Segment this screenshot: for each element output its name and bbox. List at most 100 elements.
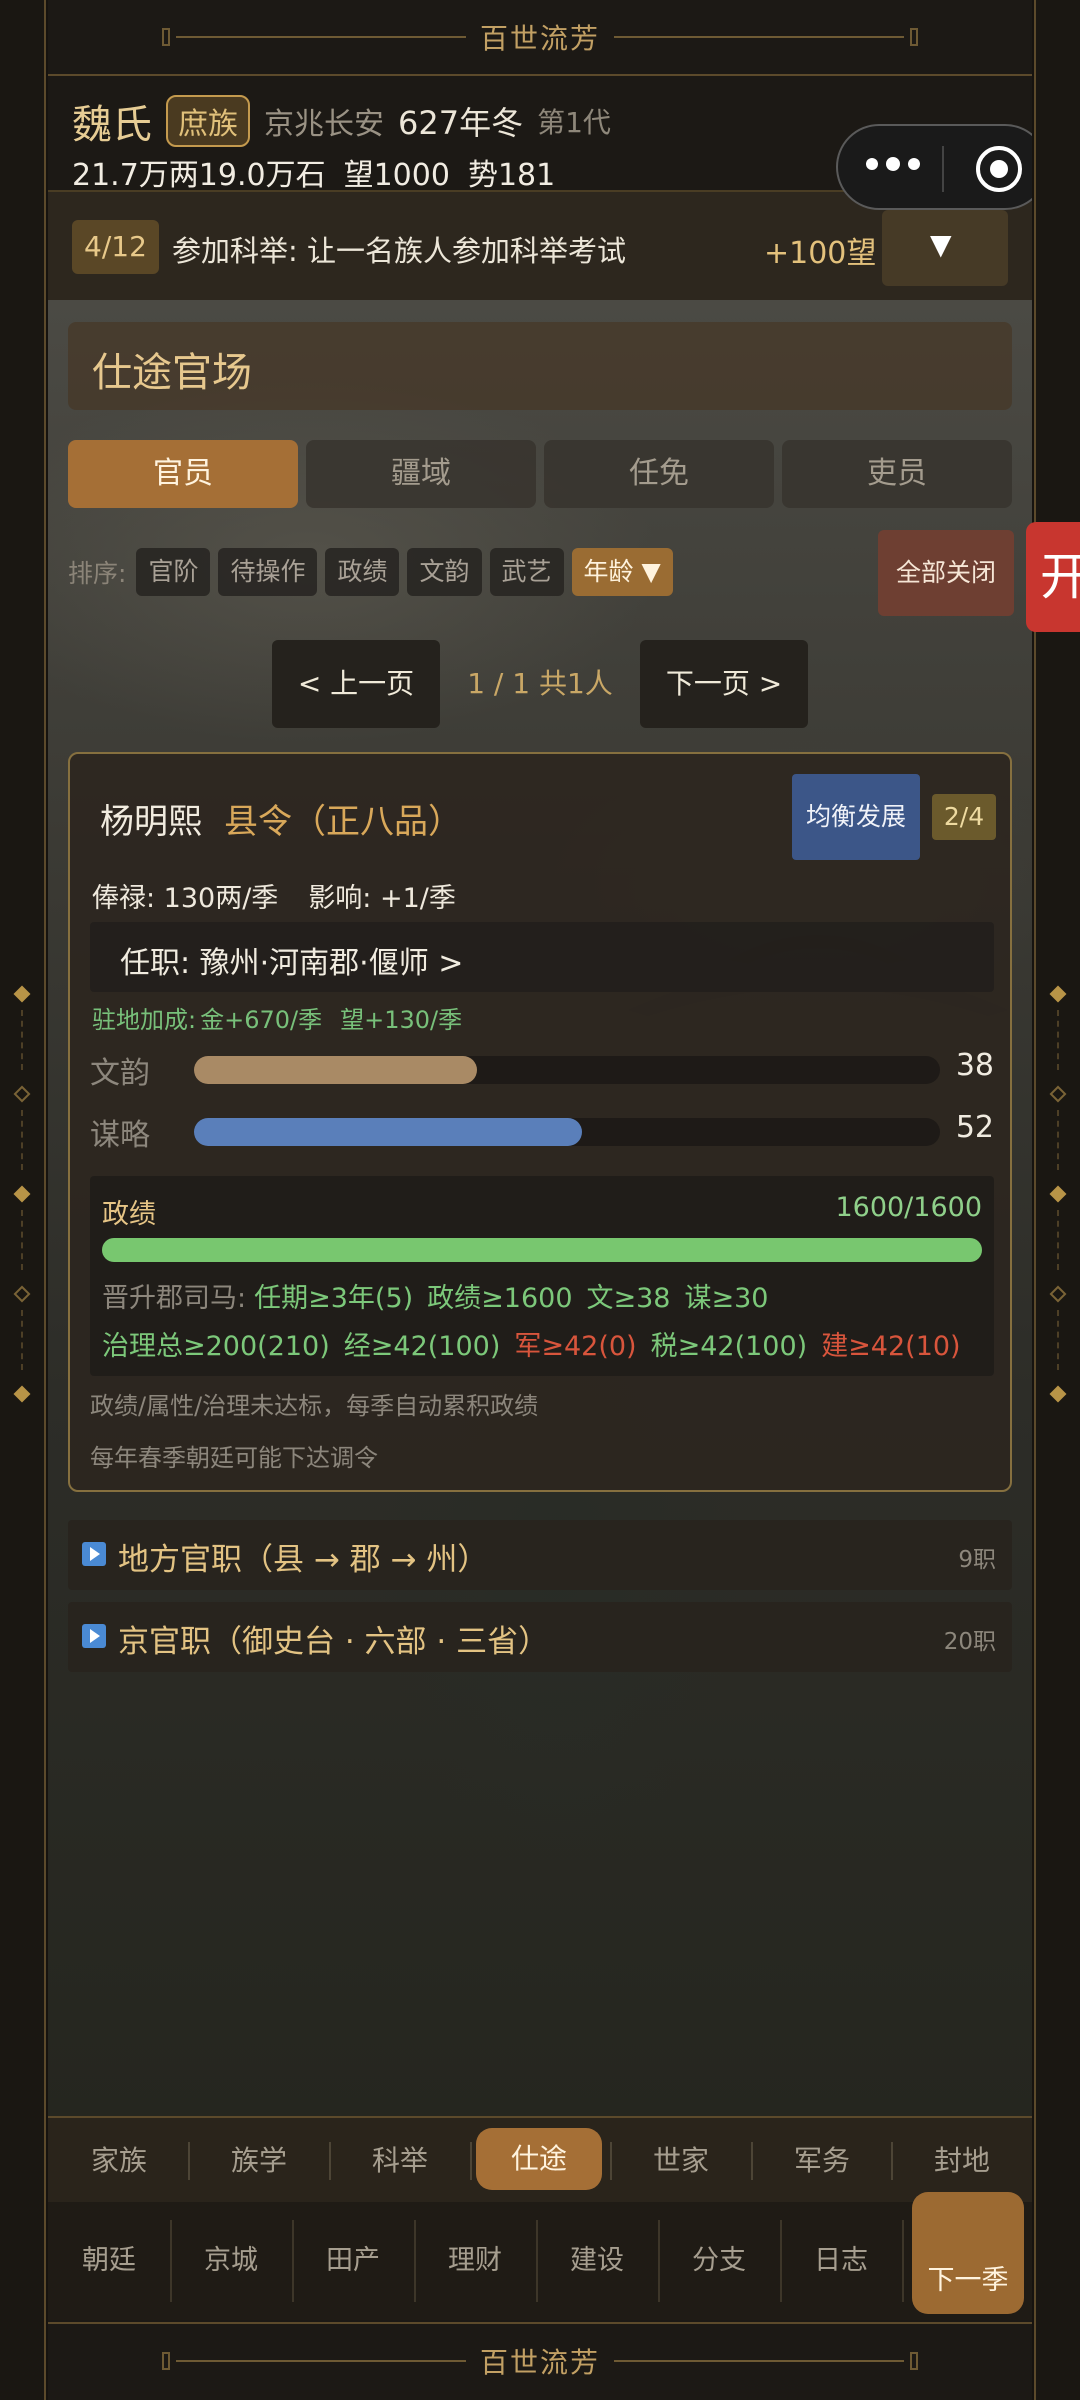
transfer-note: 每年春季朝廷可能下达调令 (90, 1444, 378, 1472)
left-frame (0, 0, 46, 2400)
nav-exam[interactable]: 科举 (330, 2118, 470, 2204)
salary-value: 俸禄: 130两/季 (92, 883, 279, 914)
task-reward: +100望 (764, 236, 877, 271)
top-banner: 百世流芳 (48, 0, 1032, 76)
expand-arrow-icon (82, 1624, 106, 1648)
secondary-nav: 朝廷 京城 田产 理财 建设 分支 日志 (48, 2202, 1032, 2320)
close-app-icon[interactable] (976, 146, 1022, 192)
generation: 第1代 (537, 106, 611, 139)
promotion-req: 任期≥3年(5) (254, 1283, 414, 1314)
prestige-stat: 望1000 (343, 158, 450, 193)
nav-clan[interactable]: 家族 (49, 2118, 189, 2204)
bonus-prestige: 望+130/季 (340, 1006, 463, 1034)
section-title: 仕途官场 (92, 350, 252, 396)
bonus-label: 驻地加成: (92, 1006, 197, 1034)
sort-by-rank[interactable]: 官阶 (136, 548, 211, 596)
nav-estates[interactable]: 田产 (292, 2202, 414, 2320)
next-season-button[interactable]: 下一季 (912, 2192, 1024, 2314)
governance-note: 政绩/属性/治理未达标，每季自动累积政绩 (90, 1392, 539, 1420)
nav-clan-school[interactable]: 族学 (189, 2118, 329, 2204)
admin-req: 军≥42(0) (514, 1331, 637, 1362)
governance-value: 1600/1600 (835, 1192, 982, 1223)
page-info: 1 / 1 共1人 (467, 667, 613, 700)
sort-by-literature[interactable]: 文韵 (407, 548, 482, 596)
sort-by-martial[interactable]: 武艺 (489, 548, 564, 596)
pagination: < 上一页 1 / 1 共1人 下一页 > (272, 640, 808, 728)
influence-value: 影响: +1/季 (308, 883, 456, 914)
nav-construction[interactable]: 建设 (536, 2202, 658, 2320)
list-count: 20职 (943, 1629, 996, 1655)
task-description: 参加科举: 让一名族人参加科举考试 (172, 234, 626, 268)
station-bonus: 驻地加成: 金+670/季 望+130/季 (92, 1000, 480, 1035)
list-title: 地方官职（县 → 郡 → 州） (118, 1542, 489, 1578)
list-count: 9职 (958, 1547, 996, 1573)
sort-by-age[interactable]: 年龄 ▼ (571, 548, 673, 596)
banner-title: 百世流芳 (479, 22, 600, 55)
attribute-literature: 文韵 38 (90, 1048, 994, 1092)
left-frame-ornament (0, 980, 46, 1420)
official-rank: 县令（正八品） (224, 802, 462, 842)
attribute-value: 52 (955, 1110, 994, 1145)
attribute-label: 文韵 (90, 1056, 150, 1091)
bonus-gold: 金+670/季 (200, 1006, 323, 1034)
governance-fill (102, 1238, 982, 1262)
attribute-label: 谋略 (90, 1118, 150, 1153)
right-frame-ornament (1036, 980, 1080, 1420)
nav-log[interactable]: 日志 (780, 2202, 902, 2320)
admin-req: 税≥42(100) (650, 1331, 808, 1362)
tab-clerks[interactable]: 吏员 (782, 440, 1012, 508)
nav-capital[interactable]: 京城 (170, 2202, 292, 2320)
admin-req: 经≥42(100) (343, 1331, 501, 1362)
nav-branches[interactable]: 分支 (658, 2202, 780, 2320)
admin-req: 治理总≥200(210) (102, 1331, 330, 1362)
nav-noble-houses[interactable]: 世家 (611, 2118, 751, 2204)
task-counter: 4/12 (72, 220, 159, 274)
nav-military[interactable]: 军务 (752, 2118, 892, 2204)
slot-badge: 2/4 (932, 794, 996, 840)
administration-requirements: 治理总≥200(210) 经≥42(100) 军≥42(0) 税≥42(100) 建≥4… (102, 1324, 975, 1363)
local-posts-toggle[interactable]: 地方官职（县 → 郡 → 州） 9职 (68, 1520, 1012, 1590)
sort-label: 排序: (68, 559, 127, 588)
task-dropdown-button[interactable]: ▼ (882, 210, 1008, 286)
resource-stats: 21.7万两19.0万石 望1000 势181 (72, 150, 573, 194)
post-location-button[interactable]: 任职: 豫州·河南郡·偃师 > (90, 922, 994, 992)
clan-name: 魏氏 (72, 102, 152, 148)
sort-by-merit[interactable]: 政绩 (325, 548, 400, 596)
tab-officials[interactable]: 官员 (68, 440, 298, 508)
expand-arrow-icon (82, 1542, 106, 1566)
sort-by-pending[interactable]: 待操作 (218, 548, 318, 596)
close-all-button[interactable]: 全部关闭 (878, 530, 1014, 616)
official-tabs: 官员 疆域 任免 吏员 (68, 440, 1012, 508)
more-menu-icon[interactable] (866, 157, 928, 171)
salary-line: 俸禄: 130两/季 影响: +1/季 (92, 876, 486, 915)
governance-panel: 政绩 1600/1600 晋升郡司马: 任期≥3年(5) 政绩≥1600 文≥38 谋≥… (90, 1176, 994, 1376)
game-year: 627年冬 (398, 104, 524, 142)
clan-location: 京兆长安 (264, 107, 384, 142)
promotion-req: 谋≥30 (684, 1283, 769, 1314)
sort-bar: 排序: 官阶 待操作 政绩 文韵 武艺 年龄 ▼ (68, 548, 681, 596)
primary-nav: 家族 族学 科举 仕途 世家 军务 封地 (48, 2116, 1032, 2202)
tab-territory[interactable]: 疆域 (306, 440, 536, 508)
governance-label: 政绩 (102, 1199, 156, 1230)
nav-court[interactable]: 朝廷 (48, 2202, 170, 2320)
clan-class-badge: 庶族 (166, 95, 250, 147)
side-open-tab[interactable]: 开 (1026, 522, 1080, 632)
attribute-track (194, 1118, 940, 1146)
prev-page-button[interactable]: < 上一页 (272, 640, 440, 728)
attribute-value: 38 (955, 1048, 994, 1083)
nav-finance[interactable]: 理财 (414, 2202, 536, 2320)
official-card: 杨明熙 县令（正八品） 均衡发展 2/4 俸禄: 130两/季 影响: +1/季 … (68, 752, 1012, 1492)
list-title: 京官职（御史台 · 六部 · 三省） (118, 1624, 550, 1660)
next-page-button[interactable]: 下一页 > (640, 640, 808, 728)
mini-program-capsule (836, 124, 1032, 210)
bottom-banner: 百世流芳 (48, 2322, 1032, 2398)
dropdown-arrow-icon: ▼ (930, 228, 952, 261)
capital-posts-toggle[interactable]: 京官职（御史台 · 六部 · 三省） 20职 (68, 1602, 1012, 1672)
governance-track (102, 1238, 982, 1262)
section-header: 仕途官场 (68, 322, 1012, 410)
strategy-button[interactable]: 均衡发展 (792, 774, 920, 860)
main-panel: 百世流芳 魏氏 庶族 京兆长安 627年冬 第1代 21.7万两19.0万石 望1… (48, 0, 1032, 2400)
banner-title: 百世流芳 (479, 2346, 600, 2379)
tab-appointment[interactable]: 任免 (544, 440, 774, 508)
nav-career[interactable]: 仕途 (476, 2128, 602, 2190)
